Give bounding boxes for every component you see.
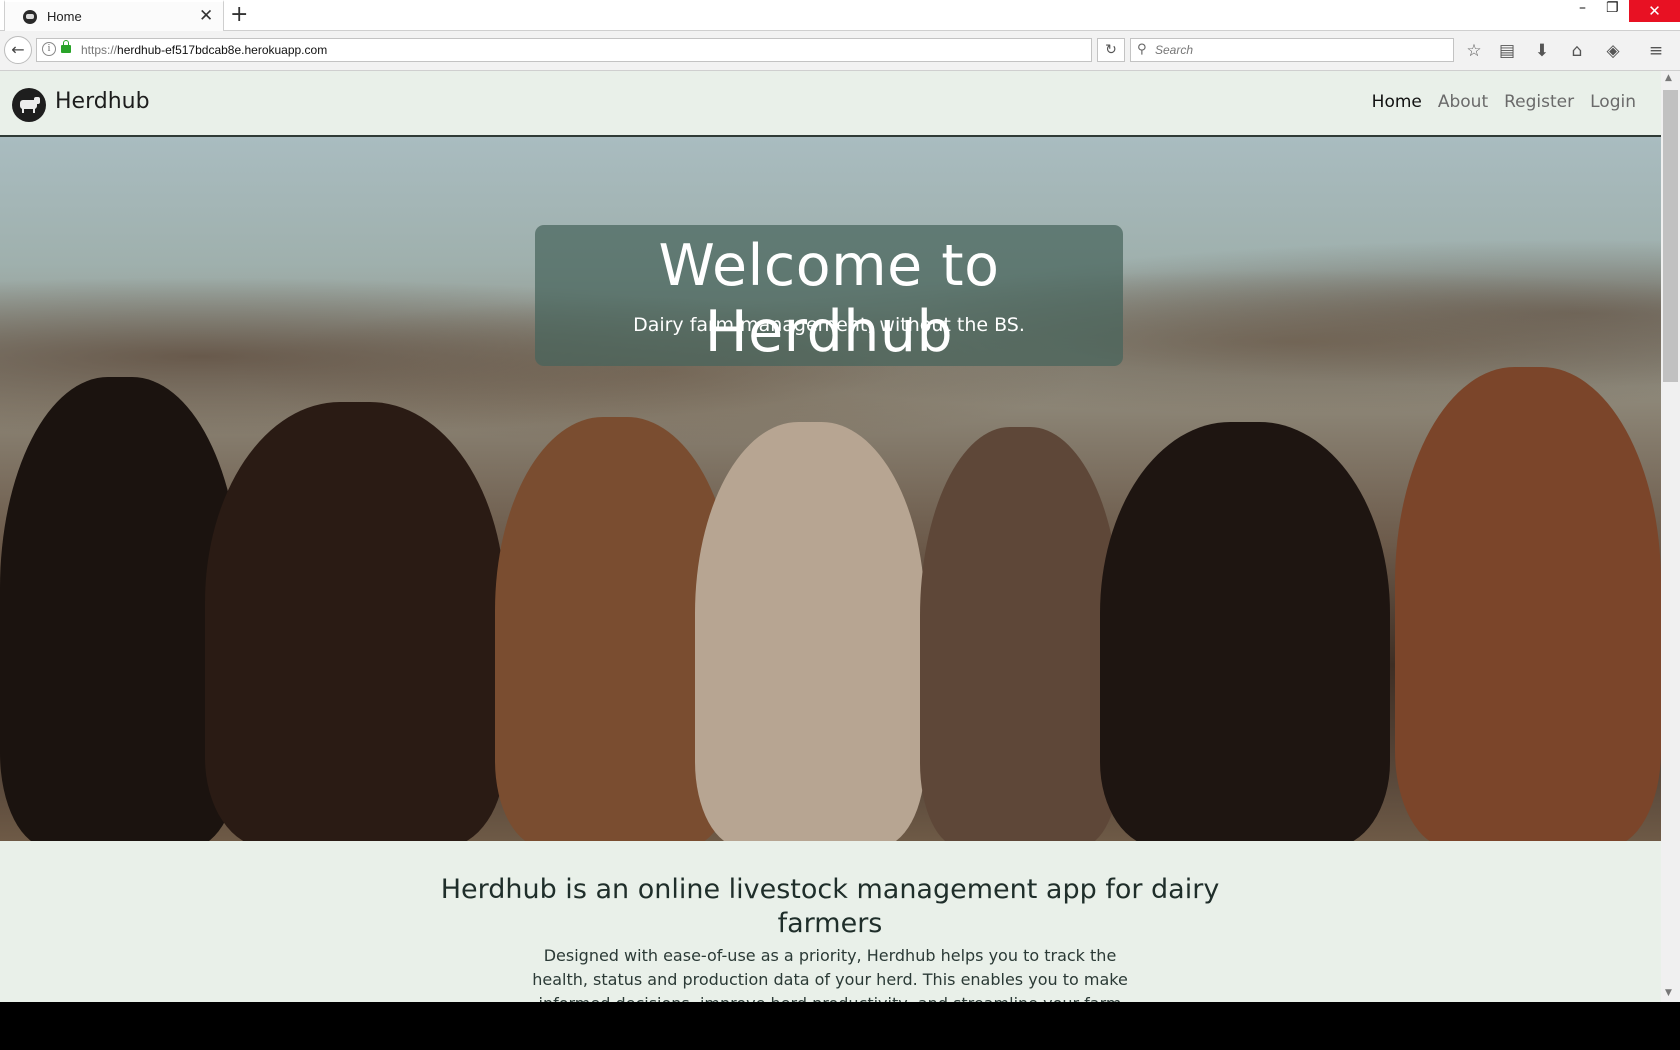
nav-link-home[interactable]: Home (1372, 92, 1422, 112)
web-page: Herdhub Home About Register Login Welcom… (0, 71, 1661, 1002)
hero-cow-shape (920, 427, 1120, 841)
site-favicon-icon (23, 10, 37, 24)
download-icon[interactable]: ⬇ (1531, 40, 1553, 62)
hero-cow-shape (205, 402, 505, 841)
back-arrow-icon[interactable]: ← (4, 36, 32, 64)
about-heading: Herdhub is an online livestock managemen… (440, 874, 1220, 939)
address-bar[interactable]: i https://herdhub-ef517bdcab8e.herokuapp… (36, 38, 1092, 62)
scroll-down-icon[interactable]: ▼ (1665, 988, 1672, 998)
hero-title: Welcome to Herdhub (658, 233, 1000, 365)
hero-cow-shape (695, 422, 925, 841)
home-icon[interactable]: ⌂ (1566, 40, 1588, 62)
hero-banner: Welcome to Herdhub Dairy farm management… (0, 137, 1661, 841)
hero-cow-shape (1100, 422, 1390, 841)
nav-link-register[interactable]: Register (1504, 92, 1574, 112)
nav-link-login[interactable]: Login (1590, 92, 1636, 112)
site-navbar: Herdhub Home About Register Login (0, 71, 1661, 137)
browser-chrome: Home ✕ + – ❐ ✕ ← i https://herdhub-ef517… (0, 0, 1680, 71)
restore-window-icon[interactable]: ❐ (1606, 0, 1619, 16)
screen-bottom-bar (0, 1002, 1680, 1050)
nav-link-about[interactable]: About (1438, 92, 1488, 112)
hero-cow-shape (1395, 367, 1661, 841)
scrollbar-thumb[interactable] (1663, 90, 1678, 382)
tab-bar: Home ✕ + – ❐ ✕ (0, 0, 1680, 31)
navigation-toolbar: ← i https://herdhub-ef517bdcab8e.herokua… (0, 31, 1680, 71)
brand-name[interactable]: Herdhub (55, 89, 150, 114)
hero-subtitle: Dairy farm management, without the BS. (633, 314, 1025, 336)
search-bar[interactable]: ⚲ (1130, 38, 1454, 62)
url-host: herdhub-ef517bdcab8e.herokuapp.com (117, 43, 328, 57)
about-body: Designed with ease-of-use as a priority,… (532, 946, 1128, 1002)
close-window-icon[interactable]: ✕ (1629, 0, 1680, 22)
tab-title: Home (47, 9, 82, 24)
pocket-icon[interactable]: ◈ (1602, 40, 1624, 62)
url-text[interactable]: https://herdhub-ef517bdcab8e.herokuapp.c… (81, 43, 327, 57)
bookmarks-library-icon[interactable]: ▤ (1496, 40, 1518, 62)
lock-icon[interactable] (61, 40, 71, 53)
reload-icon[interactable]: ↻ (1097, 38, 1125, 62)
nav-links: Home About Register Login (1356, 92, 1636, 112)
close-tab-icon[interactable]: ✕ (199, 6, 213, 26)
hero-welcome-card: Welcome to Herdhub Dairy farm management… (535, 225, 1123, 366)
tab-home[interactable]: Home ✕ (4, 0, 224, 31)
search-icon: ⚲ (1137, 42, 1147, 57)
scroll-up-icon[interactable]: ▲ (1665, 73, 1672, 83)
about-section: Herdhub is an online livestock managemen… (0, 841, 1661, 1002)
info-icon[interactable]: i (42, 42, 56, 56)
cow-logo-icon[interactable] (12, 88, 46, 122)
minimize-window-icon[interactable]: – (1579, 0, 1586, 16)
new-tab-icon[interactable]: + (230, 2, 248, 27)
menu-hamburger-icon[interactable]: ≡ (1645, 40, 1667, 62)
url-prefix: https:// (81, 43, 118, 57)
bookmark-star-icon[interactable]: ☆ (1463, 40, 1485, 62)
hero-cow-shape (0, 377, 240, 841)
search-input[interactable] (1155, 41, 1445, 59)
